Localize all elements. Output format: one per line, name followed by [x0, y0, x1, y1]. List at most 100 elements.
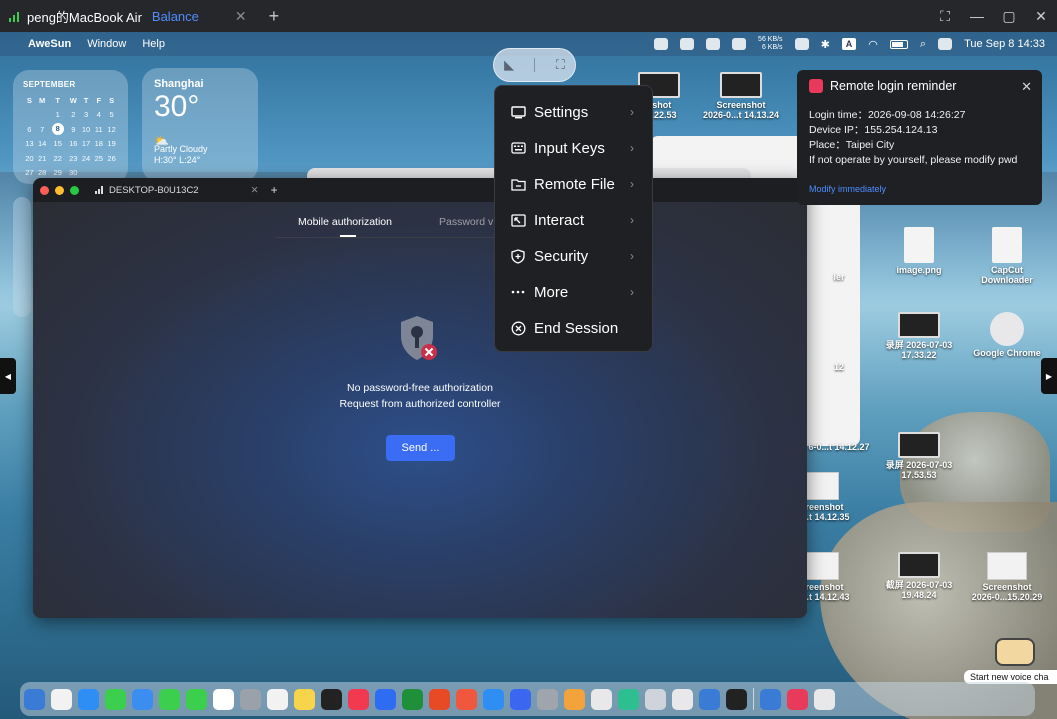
dock-app-icon[interactable]: [348, 688, 369, 710]
dock-app-icon[interactable]: [159, 688, 180, 710]
desktop-icon[interactable]: 录屏 2026-07-03 17.33.22: [880, 312, 958, 360]
desktop-icon[interactable]: 截屏 2026-07-03 19.48.24: [880, 552, 958, 600]
menu-window[interactable]: Window: [87, 38, 126, 50]
fullscreen-toggle-icon[interactable]: ⛶: [556, 57, 565, 73]
minimize-dot-icon[interactable]: [55, 185, 64, 195]
minimize-icon[interactable]: —: [961, 8, 993, 24]
dock-app-icon[interactable]: [240, 688, 261, 710]
close-session-tab-icon[interactable]: ✕: [251, 185, 259, 196]
desktop-icon-label: 录屏 2026-07-03 17.33.22: [885, 340, 953, 360]
bluetooth-icon[interactable]: ✱: [821, 38, 830, 51]
tab-mobile-authorization[interactable]: Mobile authorization: [298, 216, 392, 228]
dock-app-icon[interactable]: [321, 688, 342, 710]
menu-item-remote-file[interactable]: Remote File ›: [495, 166, 652, 202]
dock-app-icon[interactable]: [760, 688, 781, 710]
menu-item-label: More: [534, 283, 569, 301]
dock-app-icon[interactable]: [429, 688, 450, 710]
weather-widget[interactable]: Shanghai 30° Partly Cloudy H:30° L:24° ⛅: [142, 68, 258, 182]
dock-app-icon[interactable]: [787, 688, 808, 710]
dock-app-icon[interactable]: [645, 688, 666, 710]
dock-app-icon[interactable]: [375, 688, 396, 710]
tab-password[interactable]: Password v: [439, 216, 493, 228]
desktop-icon[interactable]: 录屏 2026-07-03 17.53.53: [880, 432, 958, 480]
close-dot-icon[interactable]: [40, 185, 49, 195]
mode-balance-button[interactable]: Balance: [152, 9, 199, 24]
menu-item-settings[interactable]: Settings ›: [495, 94, 652, 130]
dock-app-icon[interactable]: [726, 688, 747, 710]
dock-app-icon[interactable]: [814, 688, 835, 710]
close-window-icon[interactable]: ✕: [1025, 8, 1057, 25]
dock-app-icon[interactable]: [213, 688, 234, 710]
dock-app-icon[interactable]: [537, 688, 558, 710]
menu-item-input-keys[interactable]: Input Keys ›: [495, 130, 652, 166]
mascot-icon[interactable]: [995, 638, 1035, 666]
scroll-right-icon[interactable]: ▶: [1041, 358, 1057, 394]
desktop-icon[interactable]: Google Chrome: [968, 312, 1046, 358]
remote-desktop[interactable]: AweSun Window Help 56 KB/s 6 KB/s ✱ A ◠ ⌕…: [0, 32, 1057, 719]
dock-app-icon[interactable]: [510, 688, 531, 710]
close-reminder-icon[interactable]: ✕: [1021, 79, 1032, 95]
dock-app-icon[interactable]: [294, 688, 315, 710]
fullscreen-icon[interactable]: ⛶: [929, 8, 961, 25]
awesun-menu-icon[interactable]: ◣: [504, 57, 514, 73]
desktop-icon[interactable]: ler: [800, 272, 878, 282]
dock-app-icon[interactable]: [618, 688, 639, 710]
dock-app-icon[interactable]: [267, 688, 288, 710]
add-session-tab-icon[interactable]: +: [271, 183, 278, 197]
menu-help[interactable]: Help: [142, 38, 165, 50]
dock-app-icon[interactable]: [672, 688, 693, 710]
calendar-widget[interactable]: SEPTEMBER SMTWTFS 1 2 3 4 5 6 7 8 9 10 11 12 13 14 15 1…: [13, 70, 128, 184]
dock-app-icon[interactable]: [483, 688, 504, 710]
menubar-clock[interactable]: Tue Sep 8 14:33: [964, 38, 1045, 50]
menu-app-name[interactable]: AweSun: [28, 38, 71, 50]
awesun-status-icon[interactable]: [654, 38, 669, 50]
control-center-icon[interactable]: [938, 38, 953, 50]
menu-item-security[interactable]: Security ›: [495, 238, 652, 274]
desktop-icon[interactable]: image.png: [880, 227, 958, 275]
dock-app-icon[interactable]: [78, 688, 99, 710]
send-request-button[interactable]: Send ...: [386, 435, 455, 461]
auth-submessage: Request from authorized controller: [339, 398, 501, 410]
openai-icon[interactable]: [706, 38, 721, 50]
dock-app-icon[interactable]: [591, 688, 612, 710]
sync-icon[interactable]: [680, 38, 695, 50]
menu-item-interact[interactable]: Interact ›: [495, 202, 652, 238]
wechat-icon[interactable]: [794, 38, 809, 50]
scroll-left-icon[interactable]: ◀: [0, 358, 16, 394]
desktop-icon[interactable]: 6-0...t 14.12.27: [800, 442, 878, 452]
close-tab-icon[interactable]: ✕: [235, 8, 247, 25]
zoom-dot-icon[interactable]: [70, 185, 79, 195]
dock-app-icon[interactable]: [402, 688, 423, 710]
menu-item-end-session[interactable]: End Session: [495, 310, 652, 346]
dock-app-icon[interactable]: [24, 688, 45, 710]
wifi-icon[interactable]: ◠: [868, 38, 878, 51]
side-widget[interactable]: [13, 197, 31, 317]
file-thumbnail-icon: [992, 227, 1022, 263]
airplane-icon[interactable]: [732, 38, 747, 50]
modify-immediately-link[interactable]: Modify immediately: [809, 184, 1030, 194]
desktop-icon[interactable]: Screenshot 2026-0...15.20.29: [968, 552, 1046, 602]
dock-app-icon[interactable]: [132, 688, 153, 710]
calendar-day: 19: [107, 139, 116, 149]
dock-app-icon[interactable]: [51, 688, 72, 710]
desktop-icon[interactable]: Screenshot 2026-0...t 14.13.24: [702, 72, 780, 120]
calendar-day: 6: [27, 124, 32, 134]
add-tab-icon[interactable]: +: [269, 6, 280, 27]
remote-session-window[interactable]: DESKTOP-B0U13C2 ✕ + Mobile authorization…: [33, 178, 807, 618]
search-icon[interactable]: ⌕: [920, 38, 926, 51]
dock-app-icon[interactable]: [699, 688, 720, 710]
floating-toolbar: ◣ ⛶: [493, 48, 576, 82]
input-source-icon[interactable]: A: [841, 38, 857, 50]
battery-icon[interactable]: [889, 39, 908, 49]
dock-app-icon[interactable]: [456, 688, 477, 710]
menu-item-more[interactable]: More ›: [495, 274, 652, 310]
desktop-icon[interactable]: CapCut Downloader: [968, 227, 1046, 285]
desktop-icon[interactable]: 12: [800, 362, 878, 372]
keyboard-icon: [510, 140, 526, 156]
reminder-place: Place：Taipei City: [809, 139, 895, 151]
maximize-icon[interactable]: ▢: [993, 8, 1025, 25]
client-title-bar: peng的MacBook Air Balance ✕ + ⛶ — ▢ ✕: [0, 0, 1057, 32]
dock-app-icon[interactable]: [186, 688, 207, 710]
dock-app-icon[interactable]: [105, 688, 126, 710]
dock-app-icon[interactable]: [564, 688, 585, 710]
